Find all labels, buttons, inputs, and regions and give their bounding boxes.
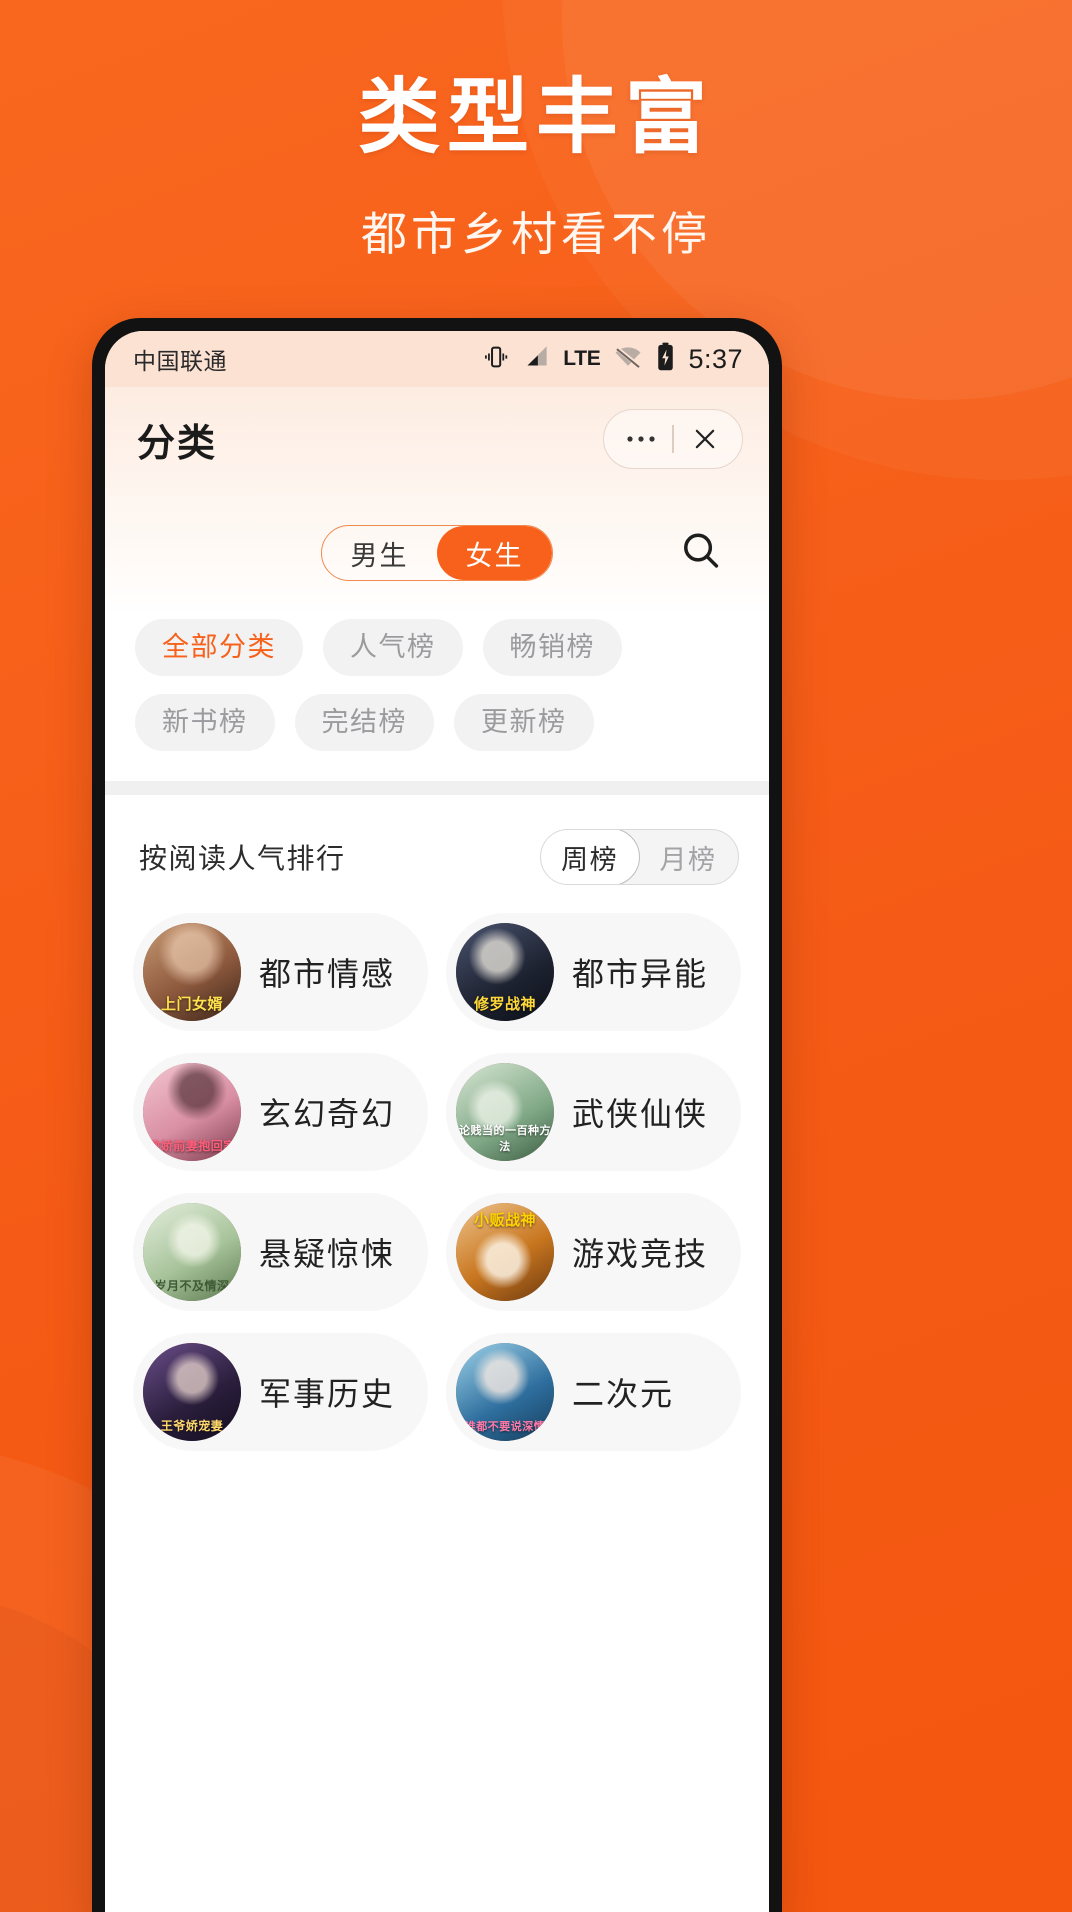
cover-title: 论贱当的一百种方法 — [459, 1125, 551, 1153]
battery-charging-icon — [656, 342, 675, 376]
category-card-anime[interactable]: 谁都不要说深情 二次元 — [446, 1333, 741, 1451]
status-bar: 中国联通 LTE 5:37 — [105, 331, 769, 387]
vibrate-icon — [482, 343, 510, 376]
page-title: 分类 — [137, 422, 218, 465]
category-card-urban-romance[interactable]: 上门女婿 都市情感 — [133, 913, 428, 1031]
category-card-urban-superpower[interactable]: 修罗战神 都市异能 — [446, 913, 741, 1031]
app-bar: 分类 — [105, 387, 769, 491]
carrier-label: 中国联通 — [133, 348, 227, 374]
rank-tab-monthly[interactable]: 月榜 — [638, 830, 738, 884]
rank-tab-weekly[interactable]: 周榜 — [541, 830, 640, 884]
chip-popularity[interactable]: 人气榜 — [323, 619, 463, 676]
category-label: 都市异能 — [572, 956, 709, 992]
category-label: 玄幻奇幻 — [259, 1096, 396, 1132]
book-cover-thumbnail: 修罗战神 — [456, 923, 554, 1021]
book-cover-thumbnail: 上门女婿 — [143, 923, 241, 1021]
category-grid: 上门女婿 都市情感 修罗战神 都市异能 傲娇前妻抱回家 玄幻奇幻 论贱当的一百种… — [105, 897, 769, 1451]
window-controls — [603, 409, 743, 469]
rank-header: 按阅读人气排行 周榜 月榜 — [105, 795, 769, 897]
book-cover-thumbnail: 小贩战神 — [456, 1203, 554, 1301]
cover-title: 小贩战神 — [473, 1212, 536, 1229]
promo-title: 类型丰富 — [357, 72, 714, 163]
gender-toggle-row: 男生 女生 — [105, 491, 769, 615]
section-divider — [105, 781, 769, 795]
close-icon — [695, 429, 715, 449]
book-cover-thumbnail: 谁都不要说深情 — [456, 1343, 554, 1441]
category-label: 军事历史 — [259, 1376, 396, 1412]
book-cover-thumbnail: 傲娇前妻抱回家 — [143, 1063, 241, 1161]
category-card-military-history[interactable]: 王爷娇宠妻 军事历史 — [133, 1333, 428, 1451]
phone-mockup: 中国联通 LTE 5:37 分类 男生 女生 全部分类 人气榜 畅销榜 新书榜 … — [92, 318, 782, 1912]
chip-updated[interactable]: 更新榜 — [454, 694, 594, 751]
status-time: 5:37 — [688, 343, 743, 374]
book-cover-thumbnail: 王爷娇宠妻 — [143, 1343, 241, 1441]
filter-chips-section: 全部分类 人气榜 畅销榜 新书榜 完结榜 更新榜 — [105, 615, 769, 781]
more-options-button[interactable] — [610, 434, 672, 444]
search-button[interactable] — [679, 529, 723, 578]
category-card-wuxia-xianxia[interactable]: 论贱当的一百种方法 武侠仙侠 — [446, 1053, 741, 1171]
category-label: 游戏竞技 — [572, 1236, 709, 1272]
book-cover-thumbnail: 论贱当的一百种方法 — [456, 1063, 554, 1161]
tab-female[interactable]: 女生 — [437, 526, 552, 580]
category-label: 都市情感 — [259, 956, 396, 992]
cover-title: 谁都不要说深情 — [464, 1421, 546, 1433]
signal-icon — [523, 343, 550, 375]
category-label: 悬疑惊悚 — [259, 1236, 396, 1272]
promo-subtitle: 都市乡村看不停 — [361, 207, 711, 260]
book-cover-thumbnail: 岁月不及情深 — [143, 1203, 241, 1301]
category-label: 武侠仙侠 — [572, 1096, 709, 1132]
tab-male[interactable]: 男生 — [322, 526, 437, 580]
cover-title: 傲娇前妻抱回家 — [148, 1139, 236, 1153]
cover-title: 岁月不及情深 — [154, 1279, 230, 1293]
category-card-suspense-thriller[interactable]: 岁月不及情深 悬疑惊悚 — [133, 1193, 428, 1311]
category-card-fantasy[interactable]: 傲娇前妻抱回家 玄幻奇幻 — [133, 1053, 428, 1171]
cover-title: 上门女婿 — [160, 996, 223, 1013]
category-label: 二次元 — [572, 1376, 675, 1412]
promo-headline: 类型丰富 都市乡村看不停 — [0, 72, 1072, 264]
ellipsis-icon — [627, 436, 656, 442]
chip-all-categories[interactable]: 全部分类 — [135, 619, 303, 676]
filter-chips: 全部分类 人气榜 畅销榜 新书榜 完结榜 更新榜 — [135, 619, 739, 751]
phone-screen: 中国联通 LTE 5:37 分类 男生 女生 全部分类 人气榜 畅销榜 新书榜 … — [105, 331, 769, 1912]
lte-icon: LTE — [563, 347, 601, 370]
cover-title: 王爷娇宠妻 — [160, 1419, 224, 1433]
rank-title: 按阅读人气排行 — [139, 843, 346, 874]
close-button[interactable] — [674, 426, 736, 452]
gender-segmented-control: 男生 女生 — [321, 525, 553, 581]
wifi-off-icon — [613, 343, 643, 376]
chip-new-books[interactable]: 新书榜 — [135, 694, 275, 751]
chip-bestseller[interactable]: 畅销榜 — [482, 619, 622, 676]
search-icon — [684, 533, 719, 568]
cover-title: 修罗战神 — [473, 996, 536, 1013]
rank-period-tabs: 周榜 月榜 — [540, 829, 739, 885]
chip-completed[interactable]: 完结榜 — [294, 694, 434, 751]
category-card-game-esports[interactable]: 小贩战神 游戏竞技 — [446, 1193, 741, 1311]
